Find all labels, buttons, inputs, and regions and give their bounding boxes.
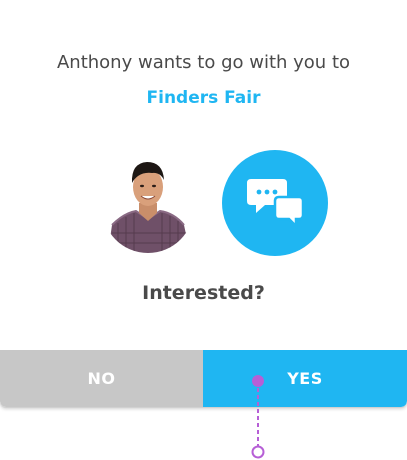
interested-question: Interested? bbox=[142, 282, 265, 304]
person-avatar-icon bbox=[102, 153, 194, 253]
avatar[interactable] bbox=[102, 153, 194, 253]
invite-message: Anthony wants to go with you to bbox=[56, 52, 351, 73]
chat-bubbles-icon bbox=[247, 179, 303, 229]
invite-card: Anthony wants to go with you to Finders … bbox=[0, 0, 407, 407]
no-button[interactable]: NO bbox=[0, 350, 203, 407]
yes-button[interactable]: YES bbox=[203, 350, 407, 407]
event-name[interactable]: Finders Fair bbox=[0, 88, 407, 108]
chat-button[interactable] bbox=[222, 150, 328, 256]
